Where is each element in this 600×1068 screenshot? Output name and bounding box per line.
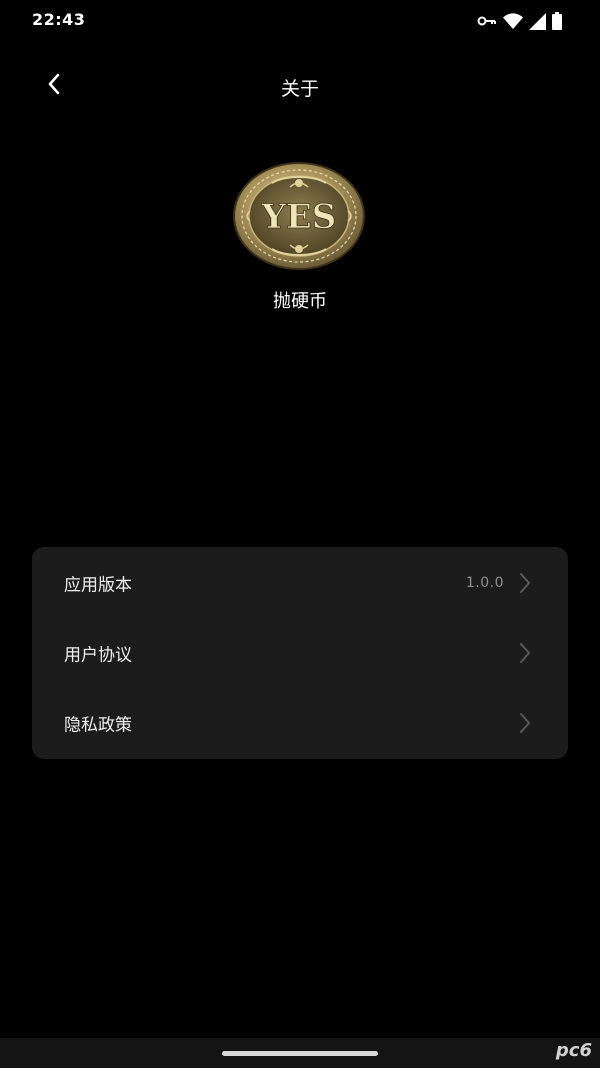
app-version-row[interactable]: 应用版本 1.0.0 (32, 548, 568, 618)
privacy-policy-row[interactable]: 隐私政策 (32, 688, 568, 758)
home-indicator[interactable] (222, 1051, 378, 1056)
page-title: 关于 (280, 78, 319, 100)
chevron-right-icon (518, 642, 532, 664)
chevron-right-icon (518, 712, 532, 734)
user-agreement-row[interactable]: 用户协议 (32, 618, 568, 688)
coin-text: YES (261, 197, 337, 237)
watermark-logo: pc6 (555, 1040, 592, 1061)
signal-icon (529, 12, 546, 30)
status-bar: 22:43 (0, 0, 600, 44)
chevron-right-icon (518, 572, 532, 594)
app-logo: YES (232, 161, 366, 271)
version-value: 1.0.0 (465, 575, 504, 591)
wifi-icon (503, 13, 523, 29)
settings-card: 应用版本 1.0.0 用户协议 隐私政策 (32, 547, 568, 759)
battery-icon (552, 12, 562, 30)
key-icon (477, 15, 497, 27)
row-label: 应用版本 (64, 575, 132, 596)
status-icons (477, 11, 562, 31)
app-name: 抛硬币 (273, 291, 327, 312)
status-time: 22:43 (32, 10, 86, 29)
row-label: 用户协议 (64, 645, 132, 666)
row-label: 隐私政策 (64, 715, 132, 736)
